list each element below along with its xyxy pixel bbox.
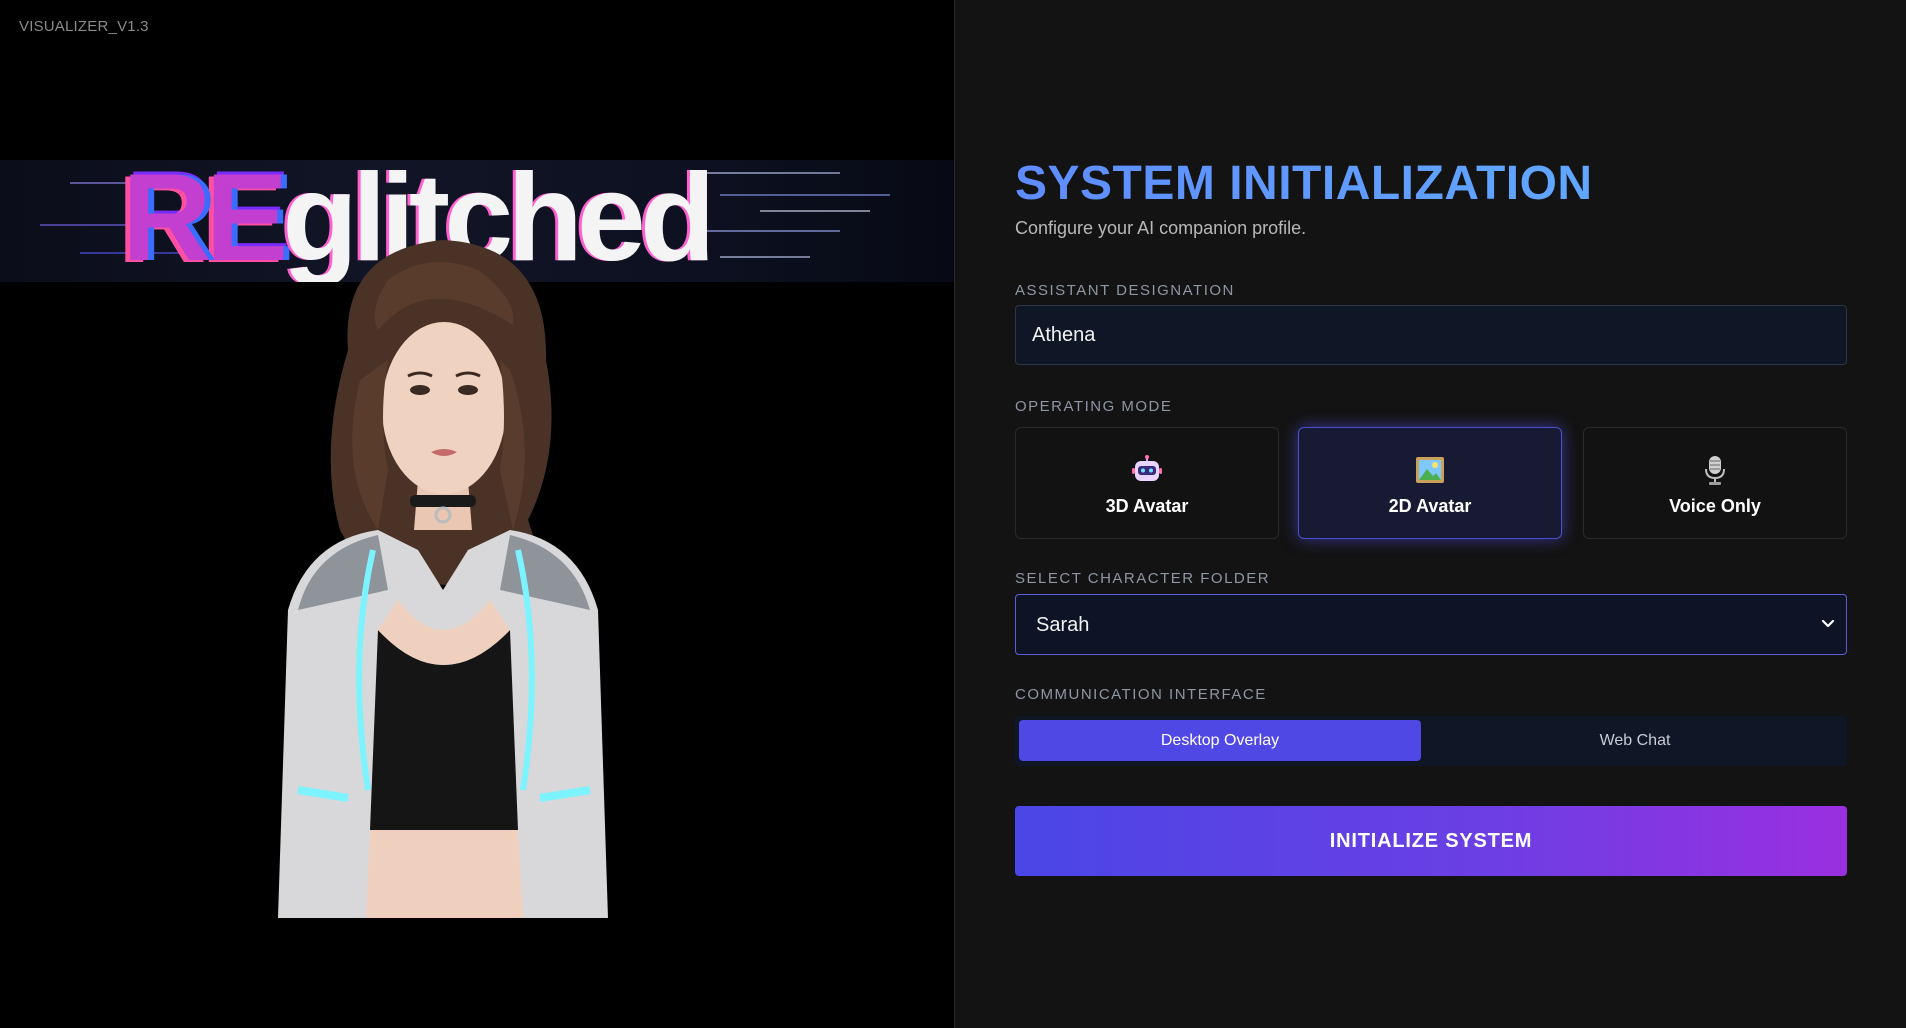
character-folder-label: SELECT CHARACTER FOLDER (1015, 570, 1271, 587)
visualizer-panel: VISUALIZER_V1.3 REglitched (0, 0, 954, 1028)
mode-option-label: 3D Avatar (1105, 496, 1189, 516)
mode-option-3d-avatar[interactable]: 3D Avatar (1015, 427, 1279, 539)
designation-input[interactable] (1015, 305, 1847, 365)
microphone-icon (1705, 456, 1725, 485)
communication-label: COMMUNICATION INTERFACE (1015, 686, 1267, 703)
web-chat-option[interactable]: Web Chat (1427, 720, 1843, 761)
mode-option-label: Voice Only (1669, 496, 1761, 516)
config-panel: SYSTEM INITIALIZATION Configure your AI … (955, 0, 1906, 1028)
picture-icon (1416, 457, 1444, 483)
designation-label: ASSISTANT DESIGNATION (1015, 282, 1235, 299)
mode-option-2d-avatar[interactable]: 2D Avatar (1298, 427, 1562, 539)
mode-option-label: 2D Avatar (1388, 496, 1472, 516)
page-title: SYSTEM INITIALIZATION (1015, 157, 1593, 210)
communication-toggle: Desktop Overlay Web Chat (1015, 716, 1847, 766)
character-folder-select[interactable]: Sarah (1015, 594, 1847, 655)
character-folder-value: Sarah (1036, 614, 1090, 636)
version-label: VISUALIZER_V1.3 (19, 18, 149, 35)
page-subtitle: Configure your AI companion profile. (1015, 218, 1307, 238)
initialize-system-button[interactable]: INITIALIZE SYSTEM (1015, 806, 1847, 876)
character-avatar-image (278, 240, 608, 918)
desktop-overlay-option[interactable]: Desktop Overlay (1019, 720, 1421, 761)
robot-icon (1132, 455, 1162, 481)
operating-mode-label: OPERATING MODE (1015, 398, 1173, 415)
chevron-down-icon (1821, 619, 1835, 628)
mode-option-voice-only[interactable]: Voice Only (1583, 427, 1847, 539)
